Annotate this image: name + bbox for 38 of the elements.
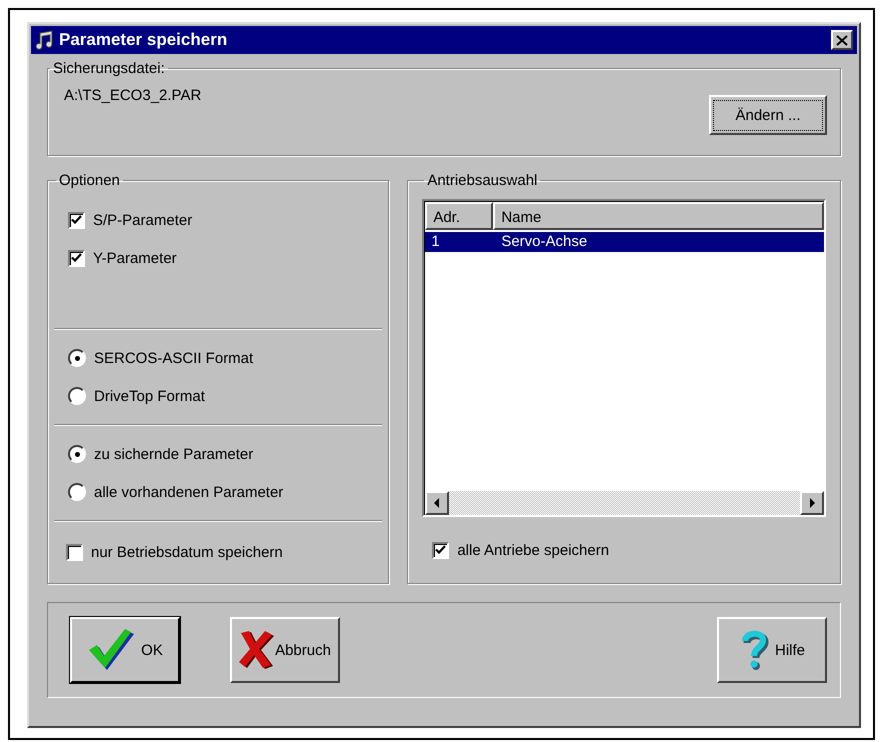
change-button[interactable]: Ändern ... (709, 95, 827, 135)
window-title: Parameter speichern (59, 30, 228, 50)
option-label: S/P-Parameter (93, 212, 192, 228)
help-button[interactable]: Hilfe (717, 617, 827, 683)
option-label: DriveTop Format (94, 388, 205, 404)
checkbox[interactable] (66, 544, 83, 560)
check-mark-icon (87, 628, 136, 672)
option-label: nur Betriebsdatum speichern (91, 544, 283, 560)
cross-icon (239, 630, 276, 670)
option-label: alle vorhandenen Parameter (94, 484, 284, 500)
checkbox[interactable] (68, 212, 85, 228)
close-button[interactable] (831, 30, 853, 50)
horizontal-scrollbar[interactable] (425, 491, 824, 515)
option-label: zu sichernde Parameter (94, 446, 254, 462)
close-icon (836, 34, 848, 46)
file-path: A:\TS_ECO3_2.PAR (64, 87, 202, 104)
radio-button[interactable] (68, 483, 86, 501)
left-arrow-icon (434, 498, 440, 508)
right-arrow-icon (809, 498, 815, 508)
ok-button[interactable]: OK (70, 617, 180, 683)
group-label: Optionen (58, 172, 121, 189)
group-label: Sicherungsdatei: (52, 60, 166, 77)
radio-button[interactable] (68, 349, 86, 367)
option-label: SERCOS-ASCII Format (94, 350, 254, 366)
checkbox[interactable] (432, 542, 450, 558)
cancel-button[interactable]: Abbruch (230, 617, 340, 683)
group-label: Antriebsauswahl (426, 172, 538, 189)
column-header[interactable]: Name (493, 202, 824, 230)
radio-button[interactable] (68, 387, 86, 405)
radio-button[interactable] (68, 445, 86, 463)
music-note-icon (35, 30, 55, 50)
list-row[interactable]: 1 Servo-Achse (425, 232, 824, 252)
option-label: alle Antriebe speichern (457, 542, 610, 558)
checkbox[interactable] (68, 250, 85, 266)
column-header[interactable]: Adr. (425, 202, 494, 230)
scroll-right-button[interactable] (800, 491, 824, 515)
scroll-left-button[interactable] (425, 491, 450, 515)
option-label: Y-Parameter (93, 250, 177, 266)
